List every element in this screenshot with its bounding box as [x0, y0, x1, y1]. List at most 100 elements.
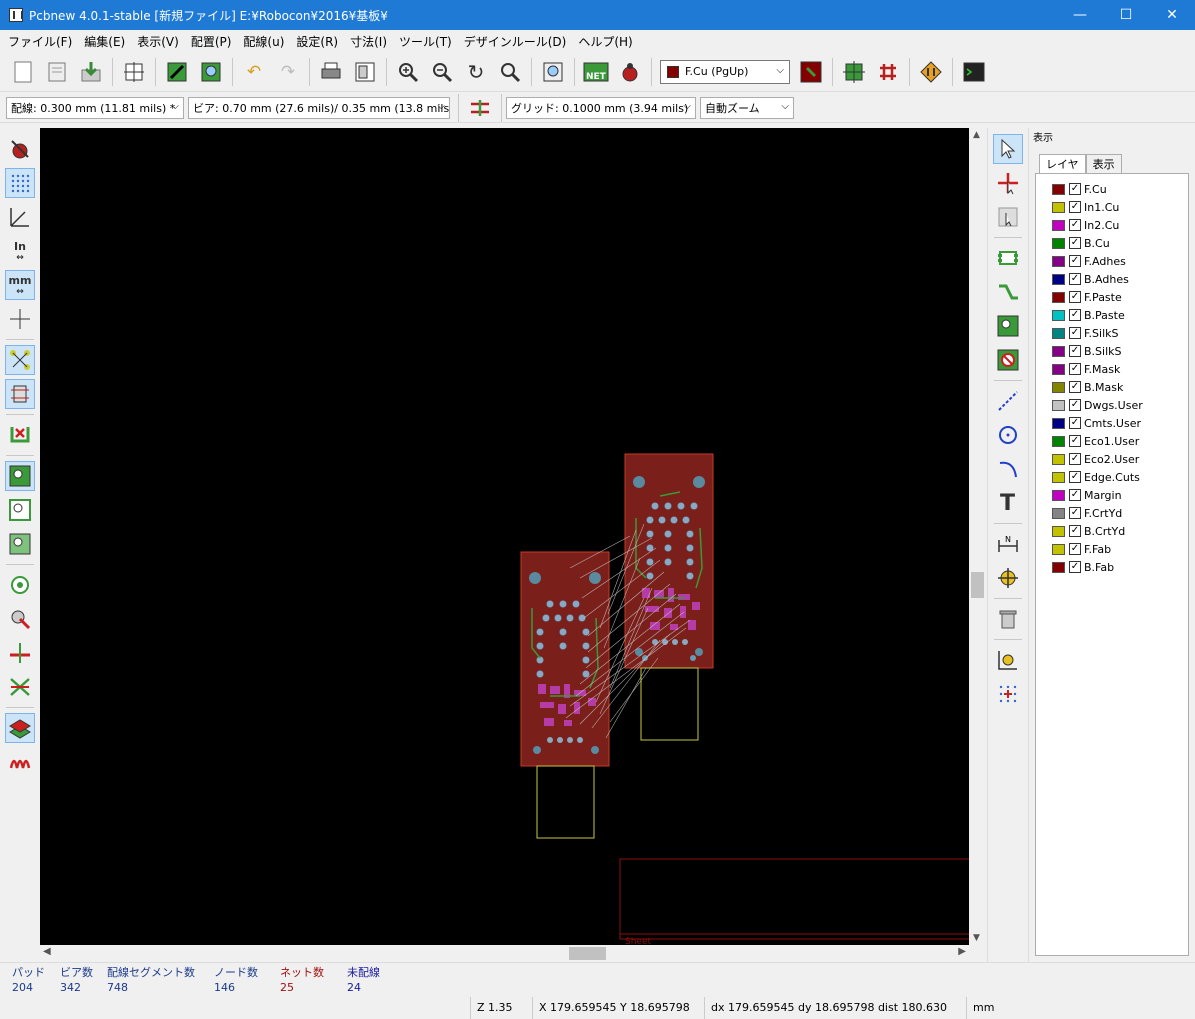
menu-place[interactable]: 配置(P) — [185, 33, 238, 50]
layer-visibility-checkbox[interactable]: ✓ — [1069, 273, 1081, 285]
layer-visibility-checkbox[interactable]: ✓ — [1069, 237, 1081, 249]
microwave-icon[interactable] — [916, 57, 946, 87]
footprint-viewer-icon[interactable] — [196, 57, 226, 87]
scroll-left-icon[interactable]: ◀ — [43, 946, 51, 957]
layer-visibility-checkbox[interactable]: ✓ — [1069, 255, 1081, 267]
vertical-scroll-thumb[interactable] — [971, 572, 984, 598]
menu-file[interactable]: ファイル(F) — [2, 33, 78, 50]
save-icon[interactable] — [76, 57, 106, 87]
cursor-shape-icon[interactable] — [5, 304, 35, 334]
menu-edit[interactable]: 編集(E) — [78, 33, 131, 50]
via-size-select[interactable]: ビア: 0.70 mm (27.6 mils)/ 0.35 mm (13.8 m… — [188, 96, 450, 119]
layer-color-swatch[interactable] — [1052, 525, 1065, 537]
add-arc-icon[interactable] — [993, 454, 1023, 484]
layer-visibility-checkbox[interactable]: ✓ — [1069, 399, 1081, 411]
zoom-out-icon[interactable] — [427, 57, 457, 87]
set-grid-origin-icon[interactable] — [993, 679, 1023, 709]
zone-fill-icon[interactable] — [5, 461, 35, 491]
layer-color-swatch[interactable] — [1052, 507, 1065, 519]
tab-render[interactable]: 表示 — [1085, 154, 1122, 173]
layer-visibility-checkbox[interactable]: ✓ — [1069, 291, 1081, 303]
layer-visibility-checkbox[interactable]: ✓ — [1069, 507, 1081, 519]
print-icon[interactable] — [316, 57, 346, 87]
minimize-button[interactable]: — — [1057, 0, 1103, 30]
layer-color-swatch[interactable] — [1052, 561, 1065, 573]
autodelete-track-icon[interactable] — [5, 420, 35, 450]
layer-row[interactable]: ✓ B.Paste — [1036, 306, 1188, 324]
layer-color-swatch[interactable] — [1052, 489, 1065, 501]
layer-color-swatch[interactable] — [1052, 363, 1065, 375]
add-footprint-icon[interactable] — [993, 243, 1023, 273]
layer-row[interactable]: ✓ Margin — [1036, 486, 1188, 504]
layer-row[interactable]: ✓ B.Mask — [1036, 378, 1188, 396]
layer-row[interactable]: ✓ Cmts.User — [1036, 414, 1188, 432]
add-target-icon[interactable] — [993, 563, 1023, 593]
layer-visibility-checkbox[interactable]: ✓ — [1069, 435, 1081, 447]
close-button[interactable]: ✕ — [1149, 0, 1195, 30]
mm-units-button[interactable]: mm ↔ — [5, 270, 35, 300]
layer-row[interactable]: ✓ B.Cu — [1036, 234, 1188, 252]
zone-outline-icon[interactable] — [5, 495, 35, 525]
layer-visibility-checkbox[interactable]: ✓ — [1069, 309, 1081, 321]
local-ratsnest-icon[interactable] — [993, 202, 1023, 232]
polar-coords-icon[interactable] — [5, 202, 35, 232]
layer-color-swatch[interactable] — [1052, 453, 1065, 465]
menu-preferences[interactable]: 設定(R) — [290, 33, 344, 50]
layer-color-swatch[interactable] — [1052, 219, 1065, 231]
scroll-up-icon[interactable]: ▲ — [973, 130, 980, 140]
layer-visibility-checkbox[interactable]: ✓ — [1069, 453, 1081, 465]
plot-icon[interactable] — [350, 57, 380, 87]
track-width-select[interactable]: 配線: 0.300 mm (11.81 mils) * ⌵ — [6, 96, 184, 119]
via-sketch-icon[interactable] — [5, 604, 35, 634]
menu-dimensions[interactable]: 寸法(I) — [344, 33, 393, 50]
add-line-icon[interactable] — [993, 386, 1023, 416]
layer-visibility-checkbox[interactable]: ✓ — [1069, 183, 1081, 195]
add-text-icon[interactable]: T — [993, 488, 1023, 518]
menu-design-rules[interactable]: デザインルール(D) — [458, 33, 573, 50]
set-drill-origin-icon[interactable] — [993, 645, 1023, 675]
autoroute-icon[interactable] — [873, 57, 903, 87]
layer-visibility-checkbox[interactable]: ✓ — [1069, 417, 1081, 429]
layer-row[interactable]: ✓ Eco2.User — [1036, 450, 1188, 468]
add-zone-icon[interactable] — [993, 311, 1023, 341]
add-track-icon[interactable] — [993, 277, 1023, 307]
layer-color-swatch[interactable] — [1052, 291, 1065, 303]
track-via-auto-icon[interactable] — [465, 93, 495, 123]
highlight-net-icon[interactable] — [993, 168, 1023, 198]
layer-visibility-checkbox[interactable]: ✓ — [1069, 471, 1081, 483]
layer-row[interactable]: ✓ F.CrtYd — [1036, 504, 1188, 522]
grid-toggle-icon[interactable] — [5, 168, 35, 198]
layer-color-swatch[interactable] — [1052, 327, 1065, 339]
grid-select[interactable]: グリッド: 0.1000 mm (3.94 mils) ⌵ — [506, 96, 696, 119]
layer-visibility-checkbox[interactable]: ✓ — [1069, 363, 1081, 375]
layer-row[interactable]: ✓ F.SilkS — [1036, 324, 1188, 342]
menu-route[interactable]: 配線(u) — [237, 33, 290, 50]
maximize-button[interactable]: ☐ — [1103, 0, 1149, 30]
zoom-fit-icon[interactable] — [495, 57, 525, 87]
layer-row[interactable]: ✓ In2.Cu — [1036, 216, 1188, 234]
inch-units-button[interactable]: In ↔ — [5, 236, 35, 266]
layer-pair-icon[interactable] — [796, 57, 826, 87]
layer-row[interactable]: ✓ Dwgs.User — [1036, 396, 1188, 414]
layer-row[interactable]: ✓ F.Mask — [1036, 360, 1188, 378]
vertical-scrollbar[interactable]: ▲ ▼ — [969, 128, 986, 945]
layer-color-swatch[interactable] — [1052, 471, 1065, 483]
layers-manager-icon[interactable] — [5, 713, 35, 743]
add-circle-icon[interactable] — [993, 420, 1023, 450]
layer-color-swatch[interactable] — [1052, 399, 1065, 411]
layer-color-swatch[interactable] — [1052, 543, 1065, 555]
horizontal-scrollbar[interactable]: ◀ ▶ — [40, 945, 969, 962]
layer-row[interactable]: ✓ B.CrtYd — [1036, 522, 1188, 540]
layer-visibility-checkbox[interactable]: ✓ — [1069, 381, 1081, 393]
layer-row[interactable]: ✓ Edge.Cuts — [1036, 468, 1188, 486]
scripting-console-icon[interactable] — [959, 57, 989, 87]
drc-off-icon[interactable] — [5, 134, 35, 164]
find-icon[interactable] — [538, 57, 568, 87]
pcb-canvas[interactable]: Sheet — [40, 128, 969, 945]
footprint-editor-icon[interactable] — [162, 57, 192, 87]
layer-row[interactable]: ✓ B.Adhes — [1036, 270, 1188, 288]
select-arrow-icon[interactable] — [992, 134, 1023, 164]
layer-visibility-checkbox[interactable]: ✓ — [1069, 543, 1081, 555]
layer-row[interactable]: ✓ F.Paste — [1036, 288, 1188, 306]
scroll-down-icon[interactable]: ▼ — [973, 933, 980, 943]
